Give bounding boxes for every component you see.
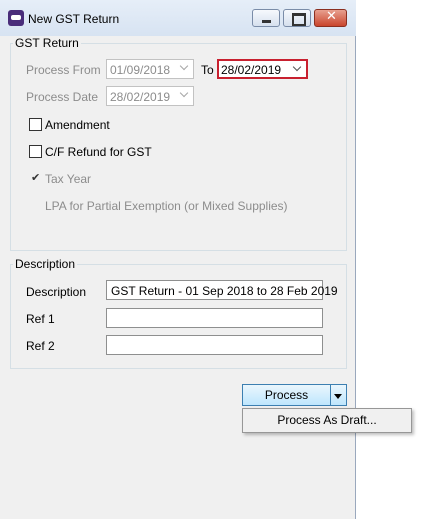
process-options-menu: Process As Draft... xyxy=(242,408,412,433)
maximize-button[interactable] xyxy=(283,9,311,27)
chevron-down-icon xyxy=(179,88,189,98)
to-label: To xyxy=(201,63,214,77)
process-from-label: Process From xyxy=(26,63,101,77)
description-field[interactable]: GST Return - 01 Sep 2018 to 28 Feb 2019 xyxy=(106,280,338,300)
ref1-label: Ref 1 xyxy=(26,312,55,326)
process-from-dropdown[interactable]: 01/09/2018 xyxy=(106,59,194,79)
ref2-label: Ref 2 xyxy=(26,339,55,353)
process-button[interactable]: Process xyxy=(242,384,331,406)
chevron-down-icon xyxy=(179,61,189,71)
chevron-down-icon xyxy=(292,62,302,72)
cf-refund-label[interactable]: C/F Refund for GST xyxy=(45,145,152,159)
description-group-title: Description xyxy=(13,257,78,271)
amendment-label[interactable]: Amendment xyxy=(45,118,110,132)
title-bar[interactable]: New GST Return ✕ xyxy=(0,0,356,36)
tax-year-label: Tax Year xyxy=(45,172,92,186)
process-date-dropdown[interactable]: 28/02/2019 xyxy=(106,86,194,106)
checkmark-icon: ✔ xyxy=(31,171,41,184)
process-from-value: 01/09/2018 xyxy=(110,63,171,77)
menu-item-process-as-draft[interactable]: Process As Draft... xyxy=(243,409,411,432)
minimize-icon xyxy=(262,20,271,23)
app-icon xyxy=(8,10,24,26)
ref1-field[interactable] xyxy=(106,308,323,328)
lpa-label: LPA for Partial Exemption (or Mixed Supp… xyxy=(45,199,288,213)
minimize-button[interactable] xyxy=(252,9,280,27)
close-icon: ✕ xyxy=(326,9,337,24)
maximize-icon xyxy=(292,13,306,26)
to-date-value: 28/02/2019 xyxy=(221,63,282,77)
process-date-value: 28/02/2019 xyxy=(110,90,171,104)
process-dropdown-arrow-button[interactable] xyxy=(331,384,347,406)
ref2-field[interactable] xyxy=(106,335,323,355)
description-value: GST Return - 01 Sep 2018 to 28 Feb 2019 xyxy=(111,284,338,298)
gst-return-group-title: GST Return xyxy=(13,36,81,50)
to-date-dropdown[interactable]: 28/02/2019 xyxy=(217,59,308,79)
close-button[interactable]: ✕ xyxy=(314,9,347,27)
description-label: Description xyxy=(26,285,87,299)
cf-refund-checkbox[interactable] xyxy=(29,145,42,158)
process-date-label: Process Date xyxy=(26,90,99,104)
window-title: New GST Return xyxy=(28,12,120,26)
new-gst-return-window: New GST Return ✕ GST Return Process From… xyxy=(0,0,356,519)
amendment-checkbox[interactable] xyxy=(29,118,42,131)
